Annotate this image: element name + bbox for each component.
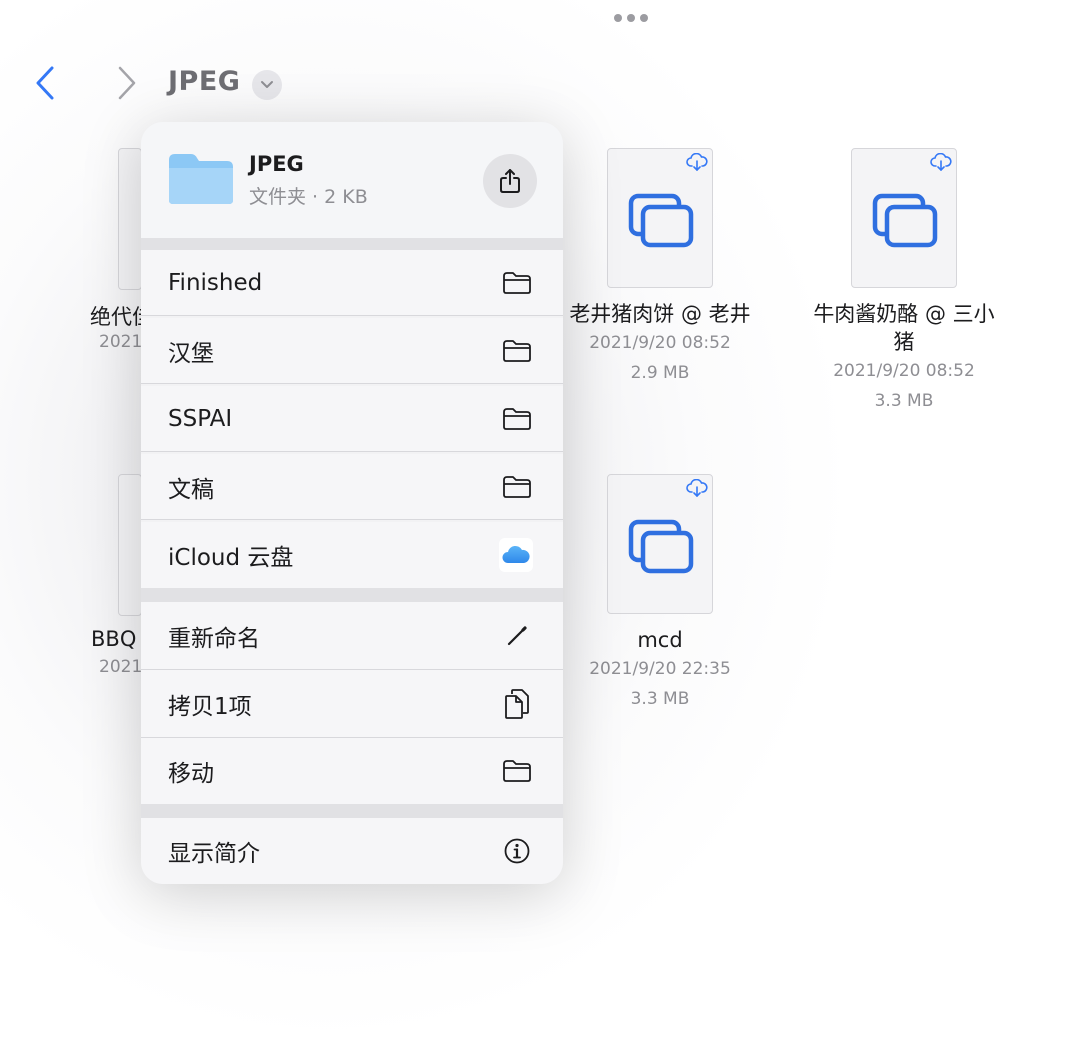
menu-item-label: Finished bbox=[168, 269, 263, 296]
info-icon bbox=[501, 835, 533, 867]
menu-item-label: 移动 bbox=[168, 761, 214, 787]
folder-icon bbox=[501, 755, 533, 787]
context-menu: JPEG 文件夹 · 2 KB Finished 汉堡 SSPAI 文稿 iCl… bbox=[141, 122, 563, 884]
menu-item-label: 拷贝1项 bbox=[168, 693, 252, 720]
file-name-line: 猪 bbox=[893, 330, 915, 354]
context-menu-header: JPEG 文件夹 · 2 KB bbox=[141, 122, 563, 238]
more-options-icon[interactable] bbox=[614, 14, 648, 22]
menu-item-documents[interactable]: 文稿 bbox=[141, 454, 563, 520]
file-thumbnail bbox=[118, 148, 142, 290]
menu-item-label: 显示简介 bbox=[168, 841, 260, 867]
menu-separator bbox=[141, 238, 563, 250]
menu-item-move[interactable]: 移动 bbox=[141, 738, 563, 804]
menu-item-label: iCloud 云盘 bbox=[168, 545, 294, 571]
menu-item-label: SSPAI bbox=[168, 405, 233, 432]
menu-item-get-info[interactable]: 显示简介 bbox=[141, 818, 563, 884]
file-date: 2021/9/20 08:52 bbox=[833, 361, 975, 381]
context-menu-title: JPEG bbox=[249, 152, 304, 176]
icloud-icon bbox=[499, 538, 533, 572]
folder-icon bbox=[501, 471, 533, 503]
folder-icon bbox=[501, 267, 533, 299]
file-tile[interactable]: mcd 2021/9/20 22:35 3.3 MB bbox=[560, 474, 760, 714]
share-icon bbox=[500, 169, 520, 193]
back-chevron-icon[interactable] bbox=[30, 64, 60, 102]
file-thumbnail bbox=[851, 148, 957, 288]
menu-item-label: 汉堡 bbox=[168, 340, 214, 367]
file-date: 2021 bbox=[99, 657, 143, 677]
pencil-icon bbox=[501, 620, 533, 652]
menu-separator bbox=[141, 804, 563, 818]
share-button[interactable] bbox=[483, 154, 537, 208]
file-thumbnail bbox=[118, 474, 142, 616]
file-size: 3.3 MB bbox=[630, 689, 690, 709]
folder-icon bbox=[501, 335, 533, 367]
page-title: JPEG bbox=[168, 66, 241, 97]
photo-stack-icon bbox=[872, 193, 938, 248]
menu-item-hamburger[interactable]: 汉堡 bbox=[141, 318, 563, 384]
file-date: 2021 bbox=[99, 332, 143, 352]
menu-item-finished[interactable]: Finished bbox=[141, 250, 563, 316]
cloud-download-icon bbox=[686, 479, 708, 497]
file-name: BBQ bbox=[91, 627, 137, 651]
context-menu-subtitle: 文件夹 · 2 KB bbox=[249, 186, 368, 208]
folder-icon bbox=[501, 403, 533, 435]
menu-item-label: 重新命名 bbox=[168, 625, 260, 652]
file-thumbnail bbox=[607, 148, 713, 288]
file-name: 老井猪肉饼 @ 老井 bbox=[569, 302, 751, 326]
menu-separator bbox=[141, 588, 563, 602]
menu-item-icloud-drive[interactable]: iCloud 云盘 bbox=[141, 522, 563, 588]
cloud-download-icon bbox=[930, 153, 952, 171]
menu-item-label: 文稿 bbox=[168, 476, 214, 503]
copy-icon bbox=[501, 688, 533, 720]
file-name: mcd bbox=[637, 628, 683, 652]
file-tile[interactable]: 牛肉酱奶酪 @ 三小 猪 2021/9/20 08:52 3.3 MB bbox=[804, 148, 1004, 416]
file-date: 2021/9/20 08:52 bbox=[589, 333, 731, 353]
file-size: 3.3 MB bbox=[874, 391, 934, 411]
chevron-down-icon bbox=[261, 81, 273, 88]
photo-stack-icon bbox=[628, 519, 694, 574]
file-name-line: 牛肉酱奶酪 @ 三小 bbox=[813, 302, 995, 326]
title-dropdown-button[interactable] bbox=[252, 70, 282, 100]
photo-stack-icon bbox=[628, 193, 694, 248]
menu-item-sspai[interactable]: SSPAI bbox=[141, 386, 563, 452]
forward-chevron-icon[interactable] bbox=[112, 64, 142, 102]
file-tile[interactable]: 老井猪肉饼 @ 老井 2021/9/20 08:52 2.9 MB bbox=[560, 148, 760, 388]
file-name: 牛肉酱奶酪 @ 三小 猪 bbox=[804, 300, 1004, 356]
menu-item-copy[interactable]: 拷贝1项 bbox=[141, 670, 563, 738]
folder-icon bbox=[169, 154, 233, 204]
file-size: 2.9 MB bbox=[630, 363, 690, 383]
cloud-download-icon bbox=[686, 153, 708, 171]
menu-item-rename[interactable]: 重新命名 bbox=[141, 602, 563, 670]
file-thumbnail bbox=[607, 474, 713, 614]
file-date: 2021/9/20 22:35 bbox=[589, 659, 731, 679]
